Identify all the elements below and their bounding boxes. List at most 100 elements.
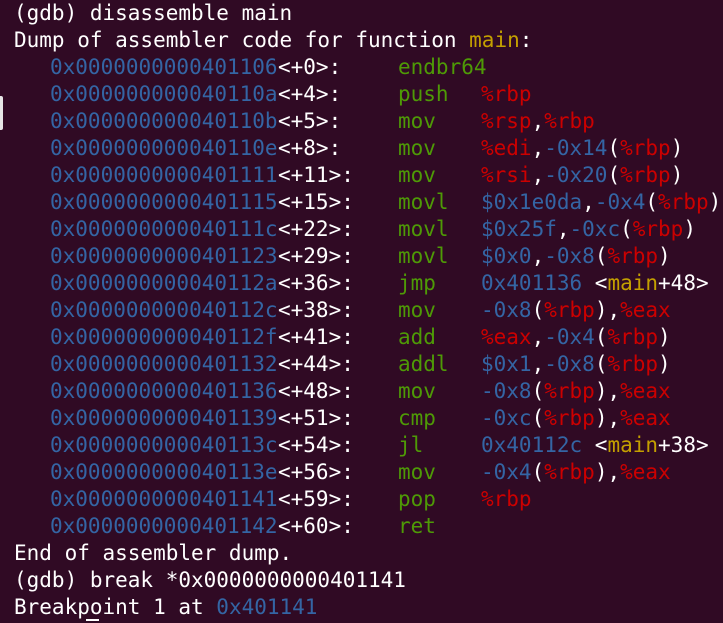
operand-token: ), (594, 379, 621, 403)
instruction-mnemonic: mov (398, 136, 436, 160)
instruction-offset: <+44>: (278, 352, 354, 376)
operand-token: -0x4 (544, 325, 595, 349)
disassembly-row: 0x000000000040113e <+56>: mov -0x4(%rbp),%e… (14, 459, 671, 486)
instruction-operands: %rbp (481, 486, 532, 513)
operand-token: $0x0 (481, 244, 532, 268)
instruction-mnemonic: pop (398, 487, 436, 511)
instruction-offset: <+15>: (278, 190, 354, 214)
operand-token: %rbp (481, 487, 532, 511)
instruction-mnemonic: movl (398, 217, 449, 241)
instruction-mnemonic: push (398, 82, 449, 106)
operand-token: ( (594, 325, 608, 349)
instruction-operands: $0x1e0da,-0x4(%rbp) (481, 189, 721, 216)
operand-token: -0x8 (481, 379, 532, 403)
instruction-operands: 0x401136 <main+48> (481, 270, 709, 297)
instruction-mnemonic: endbr64 (398, 55, 487, 79)
instruction-address: 0x0000000000401115 (50, 190, 278, 214)
instruction-operands: 0x40112c <main+38> (481, 432, 709, 459)
instruction-address: 0x000000000040110e (50, 136, 278, 160)
operand-token: %edi (481, 136, 532, 160)
operand-token: , (531, 325, 545, 349)
instruction-offset: <+60>: (278, 514, 354, 538)
operand-token: , (531, 163, 545, 187)
operand-token: , (556, 217, 570, 241)
function-name: main (469, 28, 520, 52)
instruction-offset: <+51>: (278, 406, 354, 430)
instruction-address: 0x000000000040113e (50, 460, 278, 484)
disassembly-row: 0x0000000000401141 <+59>: pop %rbp (14, 486, 532, 513)
operand-token: ( (531, 379, 545, 403)
instruction-operands: -0x8(%rbp),%eax (481, 378, 671, 405)
operand-token: -0xc (569, 217, 621, 241)
instruction-operands: %rbp (481, 81, 532, 108)
instruction-offset: <+36>: (278, 271, 354, 295)
disassembly-row: 0x000000000040112f <+41>: add %eax,-0x4(%rb… (14, 324, 671, 351)
instruction-operands: %eax,-0x4(%rbp) (481, 324, 671, 351)
operand-token: ( (531, 406, 545, 430)
instruction-address: 0x0000000000401136 (50, 379, 278, 403)
disassembly-row: 0x000000000040110b <+5>: mov %rsp,%rbp (14, 108, 595, 135)
operand-token: ), (594, 298, 621, 322)
instruction-address: 0x0000000000401123 (50, 244, 278, 268)
instruction-offset: <+5>: (278, 109, 342, 133)
instruction-operands: -0xc(%rbp),%eax (481, 405, 671, 432)
dump-header: Dump of assembler code for function main… (14, 27, 532, 54)
instruction-offset: <+56>: (278, 460, 354, 484)
instruction-offset: <+54>: (278, 433, 354, 457)
operand-token: -0x8 (481, 298, 532, 322)
operand-token: main (607, 433, 659, 457)
disassembly-listing: 0x0000000000401106 <+0>: endbr64 0x00000000… (14, 54, 721, 540)
operand-token: -0x4 (594, 190, 646, 214)
instruction-operands: %rsp,%rbp (481, 108, 595, 135)
instruction-address: 0x000000000040110a (50, 82, 278, 106)
instruction-mnemonic: mov (398, 109, 436, 133)
instruction-mnemonic: mov (398, 379, 436, 403)
operand-token: %rbp (658, 190, 709, 214)
operand-token: %eax (620, 406, 671, 430)
operand-token: ), (594, 460, 621, 484)
operand-token: -0x8 (544, 244, 595, 268)
instruction-operands: %edi,-0x14(%rbp) (481, 135, 683, 162)
dump-end-line: End of assembler dump. (14, 541, 293, 565)
terminal-cursor (86, 619, 99, 621)
instruction-address: 0x000000000040111c (50, 217, 278, 241)
operand-token: ( (594, 244, 608, 268)
operand-token: ) (658, 325, 671, 349)
operand-token: %rbp (481, 82, 532, 106)
instruction-mnemonic: mov (398, 460, 436, 484)
operand-token: -0xc (481, 406, 532, 430)
operand-token: %rbp (607, 244, 659, 268)
instruction-address: 0x000000000040110b (50, 109, 278, 133)
operand-token: $0x1 (481, 352, 532, 376)
operand-token: ( (607, 136, 621, 160)
breakpoint-address: 0x401141 (216, 595, 318, 619)
instruction-offset: <+38>: (278, 298, 354, 322)
gdb-command-break: (gdb) break *0x0000000000401141 (14, 568, 406, 592)
operand-token: -0x4 (481, 460, 532, 484)
operand-token: -0x14 (544, 136, 608, 160)
instruction-address: 0x000000000040113c (50, 433, 278, 457)
operand-token: , (531, 244, 545, 268)
instruction-operands: -0x8(%rbp),%eax (481, 297, 671, 324)
operand-token: +48> (658, 271, 709, 295)
disassembly-row: 0x000000000040111c <+22>: movl $0x25f,-0xc(… (14, 216, 696, 243)
operand-token: ) (658, 244, 671, 268)
disassembly-row: 0x0000000000401123 <+29>: movl $0x0,-0x8(%r… (14, 243, 671, 270)
disassembly-row: 0x0000000000401115 <+15>: movl $0x1e0da,-0x… (14, 189, 721, 216)
disassembly-row: 0x0000000000401142 <+60>: ret (14, 513, 532, 540)
instruction-address: 0x0000000000401141 (50, 487, 278, 511)
operand-token: %rbp (607, 325, 659, 349)
operand-token: %rbp (544, 109, 595, 133)
operand-token: ) (708, 190, 722, 214)
operand-token: ) (670, 163, 684, 187)
instruction-address: 0x000000000040112a (50, 271, 278, 295)
instruction-offset: <+11>: (278, 163, 354, 187)
operand-token: , (531, 352, 545, 376)
instruction-offset: <+41>: (278, 325, 354, 349)
disassembly-row: 0x0000000000401111 <+11>: mov %rsi,-0x20(%r… (14, 162, 683, 189)
instruction-address: 0x0000000000401106 (50, 55, 278, 79)
operand-token: %rsp (481, 109, 532, 133)
operand-token: %rbp (544, 298, 595, 322)
operand-token: %eax (481, 325, 532, 349)
terminal-output: (gdb) disassemble main Dump of assembler… (14, 0, 721, 621)
